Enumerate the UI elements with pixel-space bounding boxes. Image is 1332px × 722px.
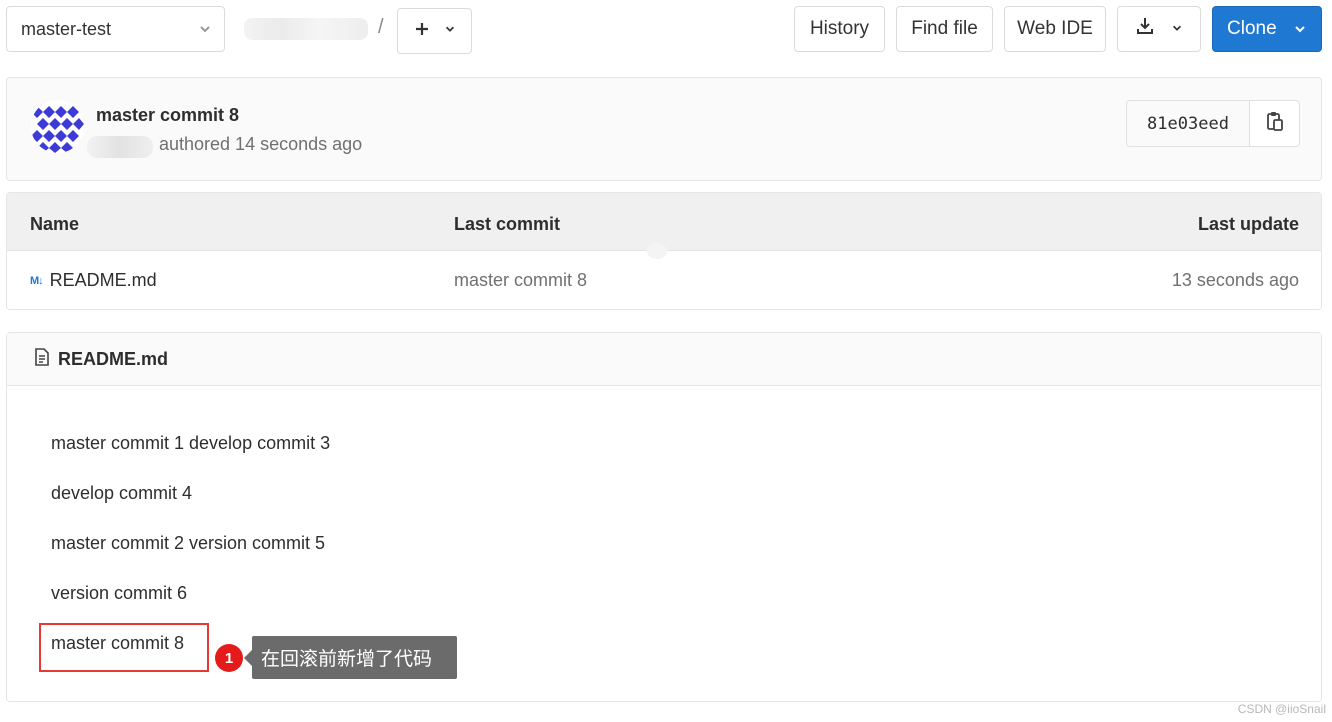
author-name-redacted (87, 136, 153, 158)
file-last-commit[interactable]: master commit 8 (454, 270, 587, 291)
download-icon (1135, 16, 1155, 42)
web-ide-button[interactable]: Web IDE (1004, 6, 1106, 52)
branch-name: master-test (21, 18, 112, 39)
readme-line: develop commit 4 (51, 483, 193, 503)
avatar[interactable] (31, 100, 84, 153)
find-file-button[interactable]: Find file (896, 6, 993, 52)
table-header: Name Last commit Last update (7, 193, 1321, 251)
file-icon (34, 347, 50, 371)
chevron-down-icon (1171, 18, 1183, 40)
file-tree-table: Name Last commit Last update M↓ README.m… (6, 192, 1322, 310)
download-button[interactable] (1117, 6, 1201, 52)
repo-toolbar: master-test / History Find file Web IDE … (6, 6, 1322, 54)
watermark: CSDN @iioSnail (1237, 702, 1326, 716)
column-last-update: Last update (1197, 214, 1299, 234)
clone-button[interactable]: Clone (1212, 6, 1322, 52)
annotation-badge: 1 (215, 644, 243, 672)
readme-title[interactable]: README.md (58, 349, 168, 370)
commit-sha[interactable]: 81e03eed (1127, 101, 1250, 146)
add-dropdown-button[interactable] (397, 8, 472, 54)
column-last-commit: Last commit (454, 214, 561, 234)
clone-label: Clone (1227, 18, 1277, 39)
table-row[interactable]: M↓ README.md master commit 8 13 seconds … (7, 251, 1321, 309)
annotation-highlight-box (39, 623, 209, 672)
readme-line: master commit 1 develop commit 3 (51, 433, 331, 453)
file-last-update: 13 seconds ago (1171, 270, 1299, 290)
chevron-down-icon (1293, 20, 1307, 42)
file-name-cell[interactable]: M↓ README.md (30, 270, 157, 291)
readme-line: version commit 6 (51, 583, 188, 603)
readme-line: master commit 2 version commit 5 (51, 533, 326, 553)
breadcrumb-separator: / (378, 16, 384, 38)
chevron-down-icon (444, 22, 456, 40)
clipboard-icon (1266, 111, 1284, 136)
readme-panel: README.md master commit 1 develop commit… (6, 332, 1322, 702)
plus-icon (414, 21, 430, 42)
breadcrumb-redacted (244, 18, 368, 40)
annotation-callout: 在回滚前新增了代码 (244, 636, 457, 679)
branch-selector[interactable]: master-test (6, 6, 225, 52)
history-button[interactable]: History (794, 6, 885, 52)
file-name[interactable]: README.md (50, 270, 157, 291)
decorative-blob (647, 243, 667, 259)
markdown-icon: M↓ (30, 274, 44, 287)
column-name: Name (30, 214, 80, 234)
commit-sha-group: 81e03eed (1126, 100, 1300, 147)
last-commit-panel: master commit 8 authored 14 seconds ago … (6, 77, 1322, 181)
commit-meta: authored 14 seconds ago (159, 134, 363, 154)
copy-sha-button[interactable] (1250, 101, 1299, 146)
chevron-down-icon (198, 20, 212, 41)
commit-title[interactable]: master commit 8 (96, 105, 239, 126)
readme-header: README.md (7, 333, 1321, 386)
